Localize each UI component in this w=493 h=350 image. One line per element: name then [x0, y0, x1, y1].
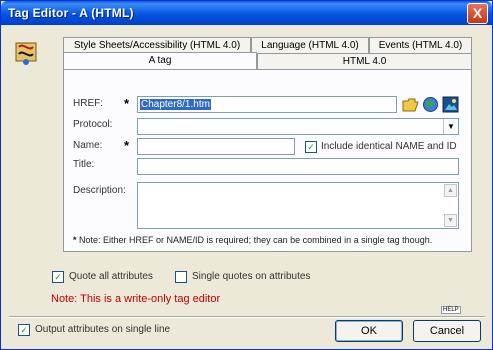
close-button[interactable]: X: [467, 3, 488, 24]
globe-icon[interactable]: [422, 96, 439, 113]
note-star: *: [73, 235, 77, 245]
write-only-warning: Note: This is a write-only tag editor: [51, 293, 221, 305]
name-input[interactable]: [137, 138, 295, 155]
image-icon[interactable]: [442, 96, 459, 113]
description-textarea[interactable]: ▲ ▼: [137, 182, 459, 229]
output-single-line-checkbox[interactable]: ✓: [18, 324, 30, 336]
description-label: Description:: [73, 185, 126, 196]
protocol-select[interactable]: ▼: [137, 118, 459, 135]
window-title: Tag Editor - A (HTML): [8, 6, 134, 20]
name-label: Name:: [73, 140, 103, 151]
tag-editor-app-icon: [13, 39, 41, 67]
tab-a-tag[interactable]: A tag: [63, 52, 257, 70]
footer-divider: [9, 316, 485, 318]
open-folder-icon[interactable]: [402, 96, 419, 113]
title-input[interactable]: [137, 158, 459, 175]
scroll-down-icon[interactable]: ▼: [444, 214, 457, 227]
output-single-line-label: Output attributes on single line: [35, 324, 171, 335]
title-bar[interactable]: Tag Editor - A (HTML) X: [1, 1, 492, 25]
cancel-button[interactable]: Cancel: [413, 320, 481, 342]
href-required-star: *: [124, 96, 130, 111]
help-link[interactable]: HELP: [441, 306, 461, 314]
ok-button[interactable]: OK: [335, 320, 403, 342]
quote-all-label: Quote all attributes: [69, 271, 153, 282]
chevron-down-icon[interactable]: ▼: [443, 119, 458, 134]
scroll-up-icon[interactable]: ▲: [444, 184, 457, 197]
href-value: Chapter8/1.htm: [140, 99, 211, 110]
title-label: Title:: [73, 159, 95, 170]
single-quotes-label: Single quotes on attributes: [192, 271, 311, 282]
protocol-label: Protocol:: [73, 119, 113, 130]
tag-editor-dialog: Tag Editor - A (HTML) X Style Sheets/Acc…: [0, 0, 493, 350]
required-note: * Note: Either HREF or NAME/ID is requir…: [73, 235, 432, 245]
href-label: HREF:: [73, 98, 103, 109]
include-identical-label: Include identical NAME and ID: [321, 141, 457, 152]
href-input[interactable]: Chapter8/1.htm: [137, 96, 397, 113]
include-identical-checkbox[interactable]: ✓: [305, 141, 317, 153]
quote-all-checkbox[interactable]: ✓: [52, 271, 64, 283]
note-text: Note: Either HREF or NAME/ID is required…: [79, 235, 433, 245]
name-required-star: *: [124, 138, 130, 153]
single-quotes-checkbox[interactable]: [175, 271, 187, 283]
